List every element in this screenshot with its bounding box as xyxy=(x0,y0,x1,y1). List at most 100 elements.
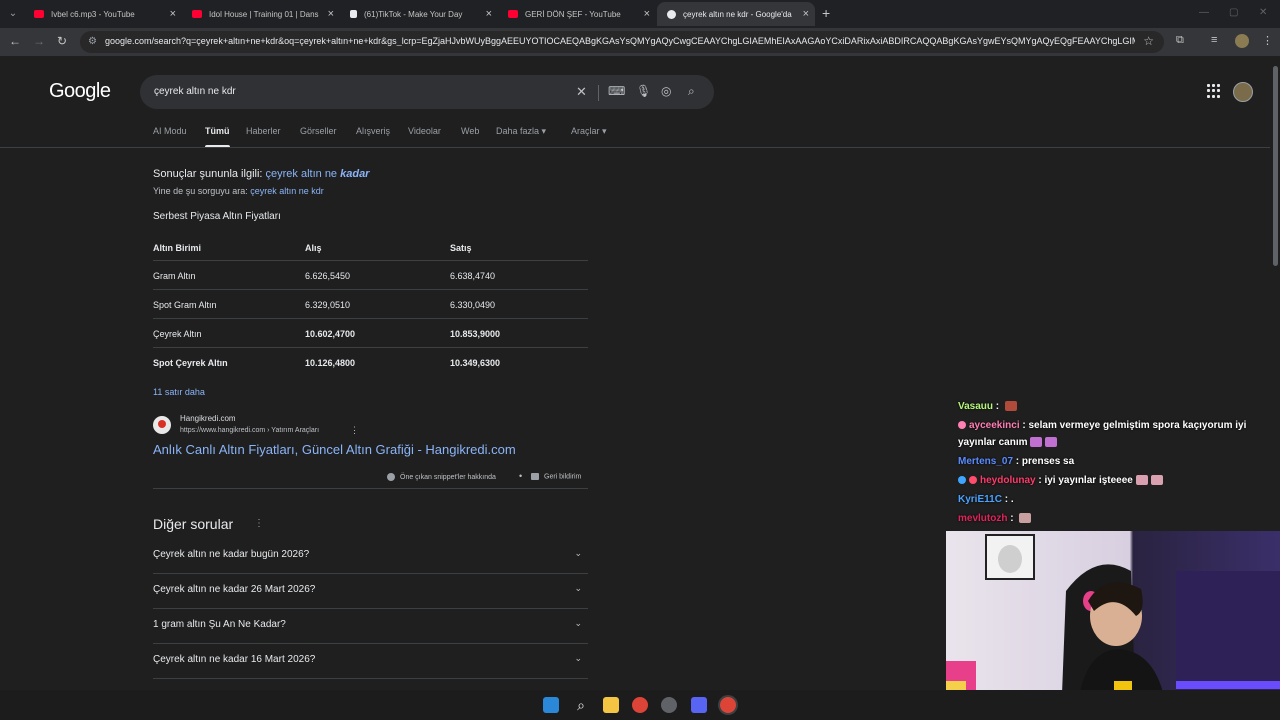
tab-images[interactable]: Görseller xyxy=(300,126,337,136)
profile-avatar[interactable] xyxy=(1235,34,1249,48)
paa-question[interactable]: Çeyrek altın ne kadar 26 Mart 2026? ⌄ xyxy=(153,574,588,609)
paa-question[interactable]: 1 gram altın Şu An Ne Kadar? ⌄ xyxy=(153,609,588,644)
spelling-correction: Sonuçlar şununla ilgili: çeyrek altın ne… xyxy=(153,168,369,180)
table-cell: 10.126,4800 xyxy=(305,358,356,368)
search-icon[interactable]: ⌕ xyxy=(688,84,695,99)
source-url[interactable]: https://www.hangikredi.com › Yatırım Ara… xyxy=(180,427,319,434)
tab-videos[interactable]: Videolar xyxy=(408,126,441,136)
windows-start-icon[interactable] xyxy=(543,697,559,713)
youtube-icon xyxy=(192,10,202,18)
close-icon[interactable]: × xyxy=(644,8,650,20)
back-icon[interactable]: ← xyxy=(9,34,21,48)
tab-tools[interactable]: Araçlar ▾ xyxy=(571,126,607,137)
table-cell: 6.329,0510 xyxy=(305,300,351,310)
tab-ai-mode[interactable]: AI Modu xyxy=(153,126,187,136)
search-input[interactable]: çeyrek altın ne kdr xyxy=(154,86,236,97)
clear-icon[interactable]: ✕ xyxy=(576,84,587,100)
close-icon[interactable]: × xyxy=(170,8,176,20)
chat-separator: : xyxy=(1007,513,1017,524)
chat-separator: : xyxy=(993,401,1002,412)
apps-grid-icon[interactable] xyxy=(1207,84,1221,98)
file-explorer-icon[interactable] xyxy=(603,697,619,713)
tab-5-active[interactable]: çeyrek altın ne kdr - Google'da × xyxy=(657,2,815,26)
tab-web[interactable]: Web xyxy=(461,126,479,136)
chat-username: Mertens_07 xyxy=(958,456,1014,467)
reading-list-icon[interactable]: ≡ xyxy=(1211,34,1217,46)
chevron-down-icon: ⌄ xyxy=(574,653,582,663)
more-options-icon[interactable]: ⋮ xyxy=(254,518,264,529)
caret-down-icon: ▾ xyxy=(602,126,607,136)
subscriber-badge-icon xyxy=(958,421,966,430)
window-close-icon[interactable]: ✕ xyxy=(1259,7,1267,18)
tab-shopping[interactable]: Alışveriş xyxy=(356,126,390,136)
site-info-icon[interactable]: ⚙ xyxy=(88,36,97,47)
bookmark-star-icon[interactable]: ☆ xyxy=(1143,34,1154,48)
table-row: Spot Gram Altın 6.329,0510 6.330,0490 xyxy=(153,290,588,319)
close-icon[interactable]: × xyxy=(486,8,492,20)
app-icon[interactable] xyxy=(661,697,677,713)
chat-text: prenses sa xyxy=(1021,456,1075,467)
os-taskbar: ⌕ xyxy=(0,690,1280,720)
scrollbar-thumb[interactable] xyxy=(1273,66,1278,266)
more-options-icon[interactable]: ⋮ xyxy=(350,425,359,436)
emote-icon xyxy=(1019,513,1032,524)
discord-icon[interactable] xyxy=(691,697,707,713)
header-cell: Satış xyxy=(450,243,472,253)
corrected-query-link[interactable]: çeyrek altın ne kadar xyxy=(266,168,370,180)
tab-news[interactable]: Haberler xyxy=(246,126,281,136)
reload-icon[interactable]: ↻ xyxy=(57,34,67,48)
search-icon[interactable]: ⌕ xyxy=(573,697,589,713)
more-rows-link[interactable]: 11 satır daha xyxy=(153,387,205,397)
tab-more-label: Daha fazla xyxy=(496,126,540,136)
chat-message: Vasauu : xyxy=(958,398,1258,415)
paa-question[interactable]: Çeyrek altın ne kadar 16 Mart 2026? ⌄ xyxy=(153,644,588,679)
chat-username: KyriE11C xyxy=(958,494,1002,505)
tab-4[interactable]: GERİ DÖN ŞEF - YouTube × xyxy=(498,2,656,26)
new-tab-icon[interactable]: + xyxy=(822,5,830,21)
chat-username: heydolunay xyxy=(980,475,1036,486)
account-avatar[interactable] xyxy=(1233,82,1253,102)
paa-question[interactable]: Çeyrek altın ne kadar bugün 2026? ⌄ xyxy=(153,539,588,574)
table-cell: Spot Gram Altın xyxy=(153,300,217,310)
chrome-active-icon[interactable] xyxy=(720,697,736,713)
url-text[interactable]: google.com/search?q=çeyrek+altın+ne+kdr&… xyxy=(105,36,1135,46)
table-cell: 6.638,4740 xyxy=(450,271,496,281)
feedback-link[interactable]: Geri bildirim xyxy=(531,473,581,480)
paa-question-text: Çeyrek altın ne kadar 26 Mart 2026? xyxy=(153,584,316,595)
menu-icon[interactable]: ⋮ xyxy=(1262,34,1273,47)
tab-more[interactable]: Daha fazla ▾ xyxy=(496,126,546,137)
chevron-down-icon: ⌄ xyxy=(574,618,582,628)
tab-1[interactable]: Ivbel c6.mp3 - YouTube × xyxy=(24,2,182,26)
original-query-link[interactable]: çeyrek altın ne kdr xyxy=(250,186,324,196)
chat-separator: : xyxy=(1013,456,1022,467)
youtube-icon xyxy=(34,10,44,18)
keyboard-icon[interactable]: ⌨ xyxy=(608,84,625,98)
table-cell: 6.626,5450 xyxy=(305,271,351,281)
paa-question-text: Çeyrek altın ne kadar 16 Mart 2026? xyxy=(153,654,316,665)
search-box[interactable]: çeyrek altın ne kdr ✕ ⌨ 🎙 ◎ ⌕ xyxy=(140,75,714,109)
people-also-ask-list: Çeyrek altın ne kadar bugün 2026? ⌄ Çeyr… xyxy=(153,539,588,679)
source-name[interactable]: Hangikredi.com xyxy=(180,414,236,423)
forward-icon[interactable]: → xyxy=(33,34,45,48)
tab-title: çeyrek altın ne kdr - Google'da xyxy=(683,9,792,19)
chrome-icon[interactable] xyxy=(632,697,648,713)
close-icon[interactable]: × xyxy=(803,8,809,20)
mic-icon[interactable]: 🎙 xyxy=(636,84,651,98)
address-bar[interactable]: ⚙ google.com/search?q=çeyrek+altın+ne+kd… xyxy=(80,31,1164,53)
tab-title: GERİ DÖN ŞEF - YouTube xyxy=(525,9,621,19)
lens-icon[interactable]: ◎ xyxy=(661,84,671,98)
minimize-icon[interactable]: — xyxy=(1199,7,1209,18)
tab-search-icon[interactable]: ⌄ xyxy=(4,6,22,22)
result-title-link[interactable]: Anlık Canlı Altın Fiyatları, Güncel Altı… xyxy=(153,442,516,457)
google-logo[interactable]: Google xyxy=(49,80,111,103)
tab-3[interactable]: (61)TikTok - Make Your Day × xyxy=(340,2,498,26)
chat-message: mevlutozh : xyxy=(958,510,1258,527)
tab-all[interactable]: Tümü xyxy=(205,126,230,148)
browser-toolbar: ← → ↻ ⚙ google.com/search?q=çeyrek+altın… xyxy=(0,28,1280,56)
hangikredi-favicon[interactable] xyxy=(153,416,171,434)
close-icon[interactable]: × xyxy=(328,8,334,20)
about-snippets-link[interactable]: Öne çıkan snippet'ler hakkında xyxy=(387,473,496,481)
maximize-icon[interactable]: ▢ xyxy=(1229,7,1238,18)
tab-2[interactable]: Idol House | Training 01 | Dans × xyxy=(182,2,340,26)
extensions-icon[interactable]: ⧉ xyxy=(1176,34,1184,47)
